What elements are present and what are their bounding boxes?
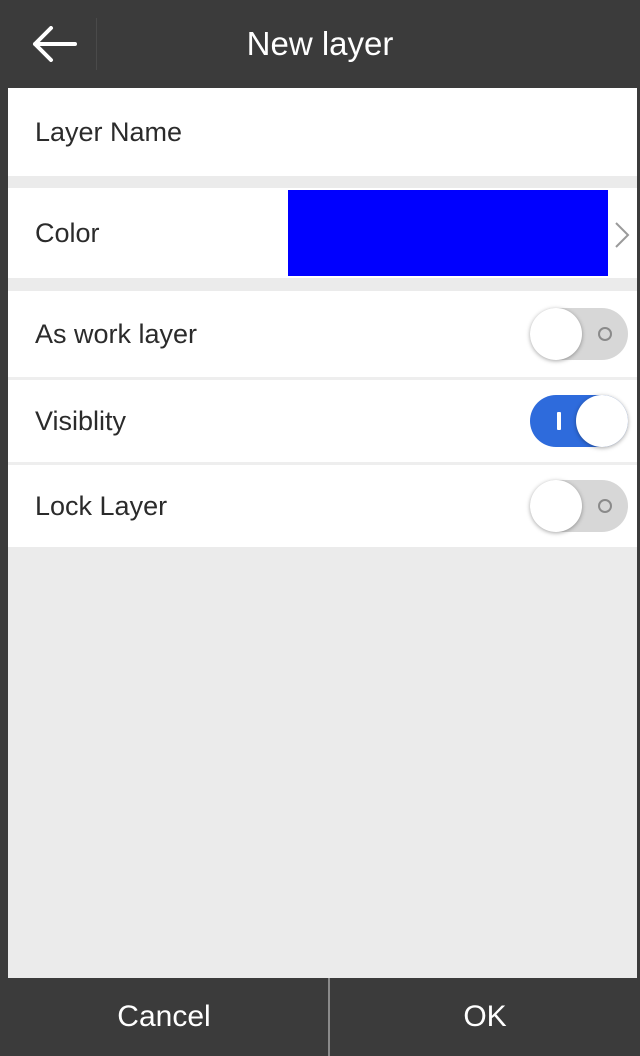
color-swatch[interactable] <box>288 190 608 276</box>
color-label: Color <box>35 217 100 248</box>
toggle-off-icon <box>598 499 612 513</box>
ok-button[interactable]: OK <box>330 978 640 1056</box>
work-layer-label: As work layer <box>35 318 198 349</box>
work-layer-row: As work layer <box>8 291 637 377</box>
lock-layer-label: Lock Layer <box>35 490 168 521</box>
layer-name-label: Layer Name <box>35 116 183 147</box>
page-title: New layer <box>246 25 394 62</box>
work-layer-toggle[interactable] <box>530 308 628 360</box>
toggle-knob <box>576 395 628 447</box>
visibility-toggle[interactable] <box>530 395 628 447</box>
layer-name-row[interactable]: Layer Name <box>8 88 637 176</box>
visibility-row: Visiblity <box>8 380 637 462</box>
footer-bar: Cancel OK <box>0 978 640 1056</box>
toggle-knob <box>530 308 582 360</box>
form-content: Layer Name Color As work layer Visiblity… <box>8 88 637 978</box>
cancel-button[interactable]: Cancel <box>0 978 328 1056</box>
chevron-right-icon <box>615 222 630 248</box>
lock-layer-row: Lock Layer <box>8 465 637 547</box>
header-bar: New layer <box>0 0 640 88</box>
toggle-on-icon <box>557 412 561 430</box>
visibility-label: Visiblity <box>35 405 127 436</box>
toggle-knob <box>530 480 582 532</box>
lock-layer-toggle[interactable] <box>530 480 628 532</box>
toggle-off-icon <box>598 327 612 341</box>
